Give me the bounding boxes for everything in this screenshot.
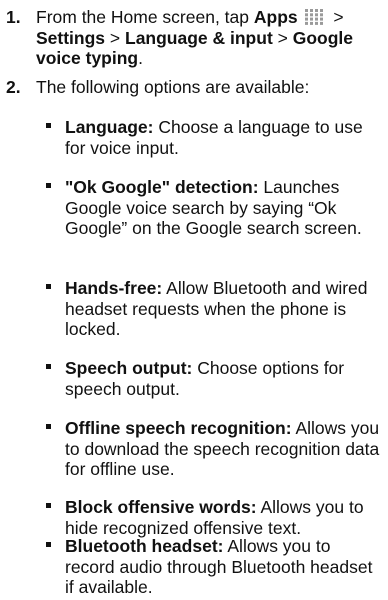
bullet-marker (46, 183, 51, 188)
option-term: Bluetooth headset: (65, 536, 224, 556)
option-term: Offline speech recognition: (65, 418, 292, 438)
bullet-marker (46, 503, 51, 508)
option-term: Hands-free: (65, 278, 163, 298)
settings-label: Settings (36, 27, 106, 48)
step-number: 1. (6, 7, 21, 27)
option-term: Speech output: (65, 358, 193, 378)
option-term: "Ok Google" detection: (65, 177, 259, 197)
bullet-marker (46, 364, 51, 369)
step-text: The following options are available: (36, 77, 310, 97)
step-intro: From the Home screen, tap (36, 7, 254, 27)
apps-label: Apps (253, 7, 298, 27)
bullet-marker (46, 284, 51, 289)
option-term: Language: (65, 117, 154, 137)
path-separator: > (328, 7, 344, 27)
bullet-marker (46, 424, 51, 429)
step-number: 2. (6, 77, 21, 97)
option-term: Block offensive words: (65, 497, 257, 517)
instruction-document: 1. From the Home screen, tap Apps > Sett… (0, 0, 388, 600)
bullet-marker (46, 123, 51, 128)
language-input-label: Language & input (125, 27, 273, 48)
path-separator: > (105, 27, 125, 48)
path-separator: > (272, 27, 293, 48)
sentence-end: . (138, 48, 143, 68)
apps-grid-icon (304, 9, 323, 25)
step-text: From the Home screen, tap Apps > Setting… (36, 7, 384, 69)
bullet-marker (46, 542, 51, 547)
